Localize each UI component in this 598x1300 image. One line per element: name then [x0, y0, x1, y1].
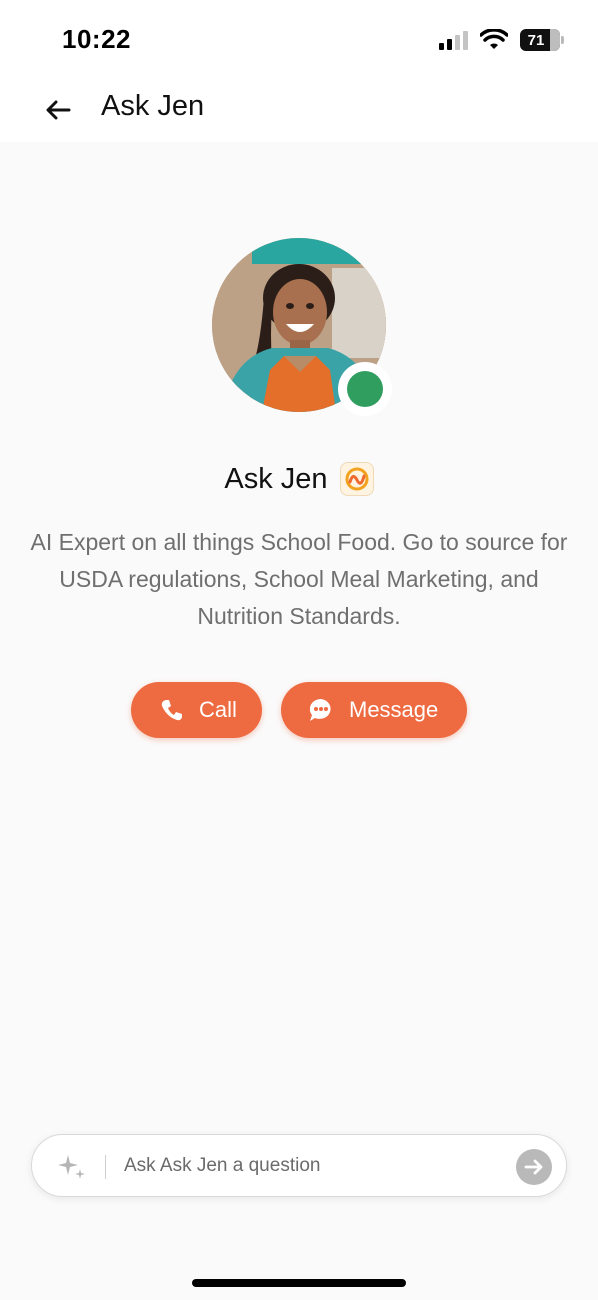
status-icons: 71 [439, 28, 564, 52]
online-status-indicator [338, 362, 392, 416]
send-button[interactable] [516, 1149, 552, 1185]
chat-bubble-icon [309, 698, 331, 721]
message-label: Message [349, 697, 439, 722]
status-time: 10:22 [62, 24, 131, 54]
page-title: Ask Jen [101, 90, 205, 122]
question-composer [31, 1134, 567, 1197]
input-divider [105, 1155, 106, 1179]
profile-name-row: Ask Jen [0, 462, 598, 496]
call-button[interactable]: Call [131, 682, 262, 738]
sparkle-icon[interactable] [56, 1151, 88, 1183]
phone-icon [161, 700, 182, 721]
battery-level: 71 [527, 31, 545, 49]
cellular-signal-icon [439, 30, 468, 50]
home-indicator [192, 1279, 406, 1287]
message-button[interactable]: Message [281, 682, 467, 738]
wifi-icon [480, 29, 508, 49]
battery-icon: 71 [520, 29, 564, 51]
arrow-left-icon [46, 100, 71, 120]
header: Ask Jen [0, 78, 598, 142]
avatar-container [212, 238, 392, 416]
call-label: Call [199, 697, 237, 722]
profile-description: AI Expert on all things School Food. Go … [30, 529, 568, 629]
back-button[interactable] [40, 92, 76, 128]
profile-name: Ask Jen [224, 462, 328, 495]
online-dot [347, 371, 383, 407]
app-badge-icon [339, 462, 374, 496]
status-bar: 10:22 71 [0, 0, 598, 78]
arrow-right-icon [524, 1159, 543, 1175]
question-input[interactable] [124, 1145, 504, 1187]
action-buttons: Call Message [0, 682, 598, 738]
